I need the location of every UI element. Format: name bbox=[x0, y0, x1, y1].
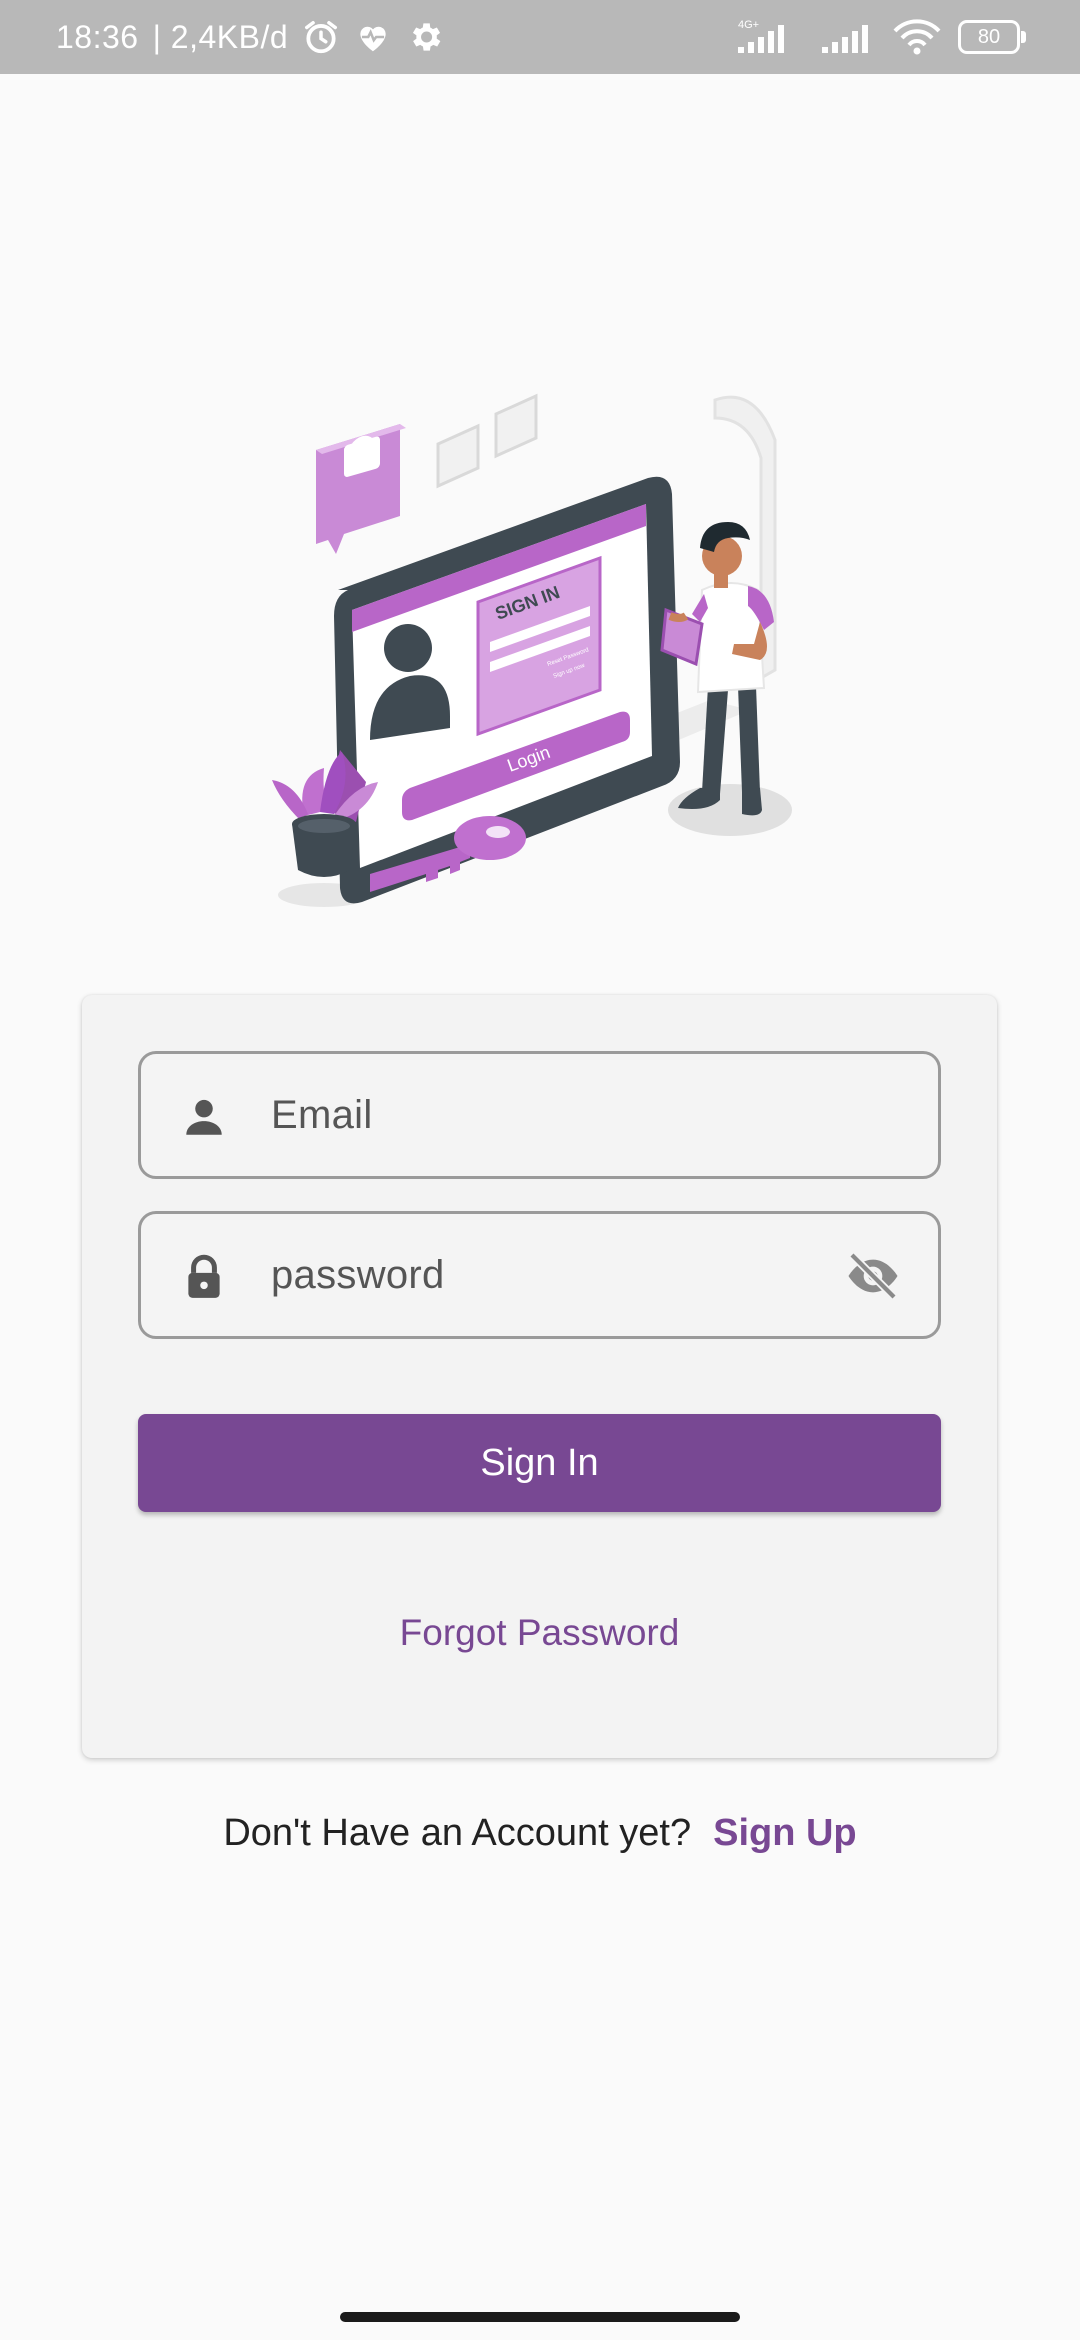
alarm-icon bbox=[305, 21, 338, 54]
gear-icon bbox=[413, 23, 441, 51]
signup-prompt: Don't Have an Account yet? Sign Up bbox=[0, 1812, 1080, 1855]
status-bar: 18:36 | 2,4KB/d 4G+ 80 bbox=[0, 0, 1080, 74]
forgot-password-link[interactable]: Forgot Password bbox=[82, 1612, 997, 1654]
email-placeholder: Email bbox=[271, 1093, 373, 1137]
login-illustration: SIGN IN Reset Password Sign up now Login bbox=[272, 393, 792, 907]
lock-icon bbox=[316, 424, 406, 554]
battery-level: 80 bbox=[977, 25, 1001, 48]
signal-icon bbox=[822, 25, 868, 53]
signal-icon: 4G+ bbox=[738, 19, 784, 53]
password-placeholder: password bbox=[271, 1253, 445, 1297]
sign-in-button[interactable]: Sign In bbox=[138, 1414, 941, 1512]
heart-health-icon bbox=[360, 26, 386, 52]
status-time: 18:36 bbox=[56, 18, 139, 55]
gesture-nav-handle[interactable] bbox=[340, 2312, 740, 2322]
email-field[interactable]: Email bbox=[138, 1051, 941, 1179]
eye-off-icon[interactable] bbox=[842, 1248, 904, 1304]
battery-icon: 80 bbox=[958, 20, 1026, 54]
wifi-icon bbox=[893, 19, 941, 55]
password-field[interactable]: password bbox=[138, 1211, 941, 1339]
person-icon bbox=[186, 1099, 222, 1135]
lock-icon bbox=[188, 1254, 220, 1298]
signup-prompt-text: Don't Have an Account yet? bbox=[223, 1812, 692, 1854]
sign-up-link[interactable]: Sign Up bbox=[713, 1812, 857, 1854]
person-icon bbox=[660, 522, 774, 816]
svg-text:4G+: 4G+ bbox=[738, 19, 759, 31]
login-card: Email password Sign In Forgot Password bbox=[82, 995, 997, 1758]
picture-frame-icon bbox=[436, 393, 538, 489]
status-net-speed: | 2,4KB/d bbox=[152, 18, 289, 55]
